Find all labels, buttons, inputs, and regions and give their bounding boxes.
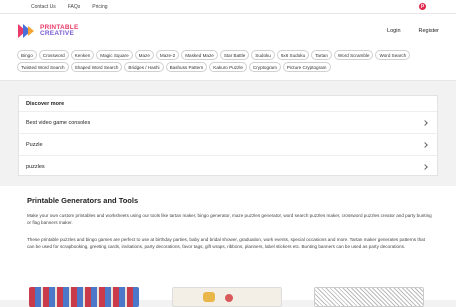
contact-us-link[interactable]: Contact Us bbox=[31, 4, 56, 10]
tag-kakuro-puzzle[interactable]: Kakuro Puzzle bbox=[209, 62, 247, 72]
details-paragraph: These printable puzzles and bingo games … bbox=[27, 237, 426, 249]
tag-cryptogram[interactable]: Cryptogram bbox=[248, 62, 281, 72]
logo-mark-icon bbox=[18, 24, 36, 38]
tag-magic-square[interactable]: Magic Square bbox=[96, 50, 133, 60]
tag-word-scramble[interactable]: Word Scramble bbox=[333, 50, 374, 60]
tag-bingo[interactable]: Bingo bbox=[17, 50, 37, 60]
tag-picture-cryptogram[interactable]: Picture Cryptogram bbox=[282, 62, 331, 72]
discover-more-title: Discover more bbox=[26, 101, 65, 107]
tag-bridges-hashi[interactable]: Bridges / Hashi bbox=[124, 62, 164, 72]
pinterest-icon[interactable]: p bbox=[419, 3, 426, 10]
tag-crossword[interactable]: Crossword bbox=[38, 50, 69, 60]
tag-masked-maze[interactable]: Masked Maze bbox=[181, 50, 218, 60]
auth-links: Login Register bbox=[369, 28, 439, 34]
logo[interactable]: PRINTABLE CREATIVE bbox=[18, 24, 79, 38]
faqs-link[interactable]: FAQs bbox=[68, 4, 81, 10]
tartan-thumbnail[interactable] bbox=[29, 287, 139, 307]
tag-maze[interactable]: Maze bbox=[134, 50, 154, 60]
discover-item[interactable]: Best video game consoles bbox=[19, 111, 437, 133]
tag-twisted-word-search[interactable]: Twisted Word Search bbox=[17, 62, 69, 72]
discover-item[interactable]: puzzles bbox=[19, 155, 437, 177]
tag-sudoku[interactable]: Sudoku bbox=[251, 50, 275, 60]
site-header: PRINTABLE CREATIVE Login Register bbox=[0, 14, 456, 48]
tag-kenken[interactable]: Kenken bbox=[70, 50, 95, 60]
logo-text: PRINTABLE CREATIVE bbox=[40, 24, 79, 37]
pricing-link[interactable]: Pricing bbox=[92, 4, 107, 10]
discover-more-panel: Discover more Best video game consoles P… bbox=[18, 95, 438, 176]
maze-thumbnail[interactable] bbox=[314, 287, 424, 307]
discover-item-label: Best video game consoles bbox=[26, 119, 91, 126]
chevron-right-icon bbox=[422, 141, 428, 148]
tag-bashuss-pattern[interactable]: Bashuss Pattern bbox=[165, 62, 208, 72]
tag-tartan[interactable]: Tartan bbox=[311, 50, 332, 60]
tag-word-search[interactable]: Word Search bbox=[375, 50, 411, 60]
tag-star-battle[interactable]: Star Battle bbox=[219, 50, 250, 60]
tag-maze-2[interactable]: Maze-2 bbox=[155, 50, 180, 60]
intro-paragraph: Make your own custom printables and work… bbox=[27, 213, 432, 225]
register-link[interactable]: Register bbox=[419, 28, 439, 34]
puzzle-tags: Bingo Crossword Kenken Magic Square Maze… bbox=[0, 48, 456, 81]
main-content: Printable Generators and Tools Make your… bbox=[0, 186, 456, 307]
discover-item[interactable]: Puzzle bbox=[19, 133, 437, 155]
chevron-right-icon bbox=[422, 119, 428, 126]
logo-line-2: CREATIVE bbox=[40, 30, 74, 37]
discover-item-label: puzzles bbox=[26, 163, 45, 170]
login-link[interactable]: Login bbox=[387, 28, 400, 34]
tag-6x6-sudoku[interactable]: 6x6 Sudoku bbox=[276, 50, 310, 60]
section-heading: Printable Generators and Tools bbox=[27, 196, 139, 205]
bunting-thumbnail[interactable] bbox=[172, 287, 282, 307]
discover-item-label: Puzzle bbox=[26, 141, 43, 148]
top-bar: Contact Us FAQs Pricing p bbox=[0, 0, 456, 14]
chevron-right-icon bbox=[422, 163, 428, 170]
tag-shaped-word-search[interactable]: Shaped Word Search bbox=[70, 62, 123, 72]
